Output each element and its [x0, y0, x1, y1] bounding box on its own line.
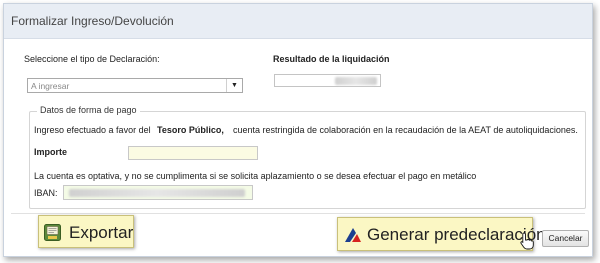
- importe-field[interactable]: [128, 146, 258, 160]
- aeat-logo-icon: [344, 227, 362, 243]
- importe-label: Importe: [34, 147, 68, 157]
- footer-divider: [11, 213, 585, 214]
- result-value-redacted: [335, 77, 377, 85]
- dialog-titlebar: Formalizar Ingreso/Devolución: [4, 4, 592, 39]
- declaration-type-select[interactable]: A ingresar ▼: [27, 78, 243, 93]
- exportar-button[interactable]: Exportar: [38, 215, 134, 248]
- ingreso-bold: Tesoro Público,: [157, 125, 224, 135]
- exportar-label: Exportar: [69, 223, 134, 242]
- dialog-window: Formalizar Ingreso/Devolución Seleccione…: [3, 3, 593, 257]
- hand-pointer-icon: [520, 232, 534, 250]
- dialog-title: Formalizar Ingreso/Devolución: [11, 14, 174, 28]
- optional-note: La cuenta es optativa, y no se cumplimen…: [34, 171, 477, 181]
- iban-label: IBAN:: [34, 188, 58, 198]
- declaration-type-label: Seleccione el tipo de Declaración:: [24, 54, 160, 64]
- result-label: Resultado de la liquidación: [273, 54, 390, 64]
- chevron-down-icon[interactable]: ▼: [226, 79, 242, 92]
- iban-field[interactable]: [63, 185, 253, 200]
- payment-legend: Datos de forma de pago: [37, 105, 140, 115]
- document-export-icon: [44, 224, 61, 241]
- generar-predeclaracion-button[interactable]: Generar predeclaración: [337, 217, 546, 251]
- ingreso-suffix: cuenta restringida de colaboración en la…: [233, 125, 578, 135]
- iban-value-redacted: [69, 189, 245, 197]
- declaration-type-value: A ingresar: [31, 81, 70, 91]
- generar-label: Generar predeclaración: [367, 225, 546, 244]
- result-field: [274, 74, 381, 87]
- cancelar-button[interactable]: Cancelar: [542, 230, 589, 247]
- ingreso-prefix: Ingreso efectuado a favor del: [34, 125, 151, 135]
